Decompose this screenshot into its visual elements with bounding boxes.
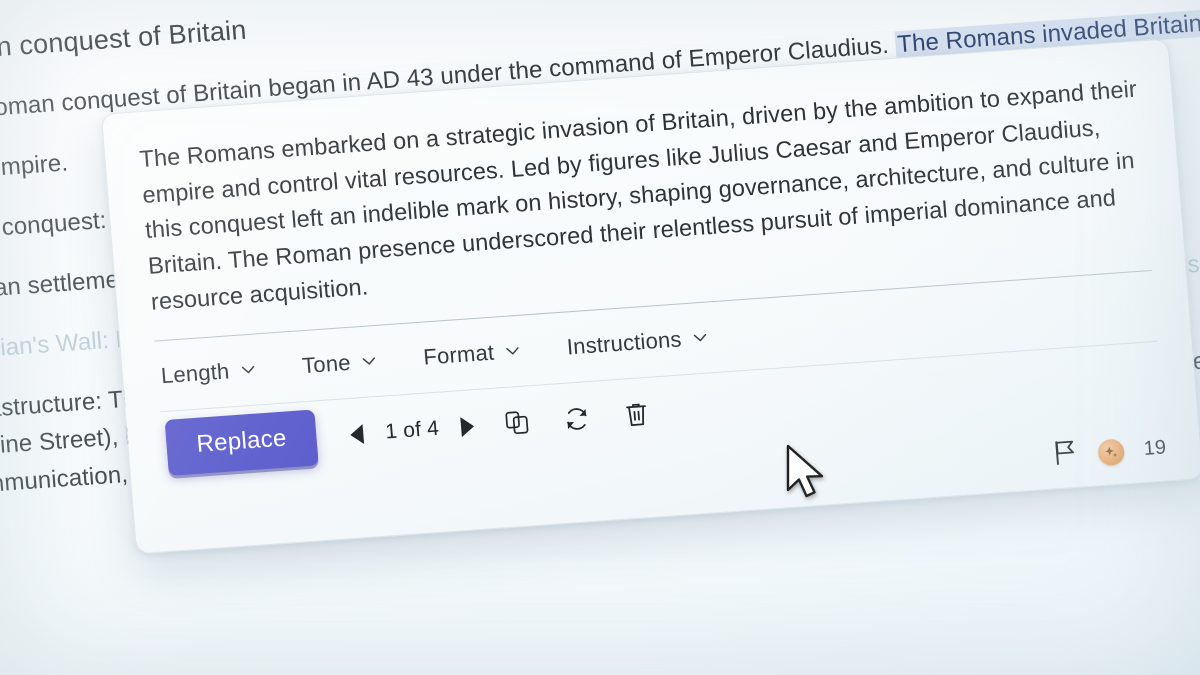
chevron-down-icon [503, 342, 521, 360]
chevron-down-icon [239, 361, 257, 379]
suggestion-text: The Romans embarked on a strategic invas… [138, 75, 1138, 315]
tone-dropdown-label: Tone [301, 349, 352, 378]
replace-button[interactable]: Replace [164, 409, 319, 476]
rewrite-popup-card[interactable]: The Romans embarked on a strategic invas… [100, 38, 1200, 555]
pager-label: 1 of 4 [384, 416, 440, 444]
format-dropdown-label: Format [422, 339, 496, 370]
screen-scene: Roman conquest of Britain The Roman conq… [0, 0, 1200, 675]
tone-dropdown[interactable]: Tone [301, 348, 378, 379]
suggestion-pager: 1 of 4 [349, 414, 475, 447]
flag-icon[interactable] [1051, 438, 1080, 473]
instructions-dropdown-label: Instructions [565, 325, 683, 360]
instructions-dropdown[interactable]: Instructions [566, 324, 710, 360]
refresh-icon[interactable] [558, 400, 595, 436]
chevron-down-icon [360, 352, 378, 370]
card-footer-right: 19 [1051, 431, 1168, 472]
triangle-left-icon[interactable] [349, 423, 365, 445]
triangle-right-icon[interactable] [460, 415, 475, 437]
length-dropdown-label: Length [159, 358, 231, 388]
format-dropdown[interactable]: Format [422, 337, 522, 370]
trash-icon[interactable] [618, 396, 655, 432]
copy-icon[interactable] [499, 405, 536, 441]
credits-count: 19 [1142, 436, 1167, 460]
action-spacer [653, 378, 1156, 414]
length-dropdown[interactable]: Length [160, 356, 257, 389]
chevron-down-icon [691, 329, 709, 347]
sparkle-icon [1096, 437, 1125, 466]
